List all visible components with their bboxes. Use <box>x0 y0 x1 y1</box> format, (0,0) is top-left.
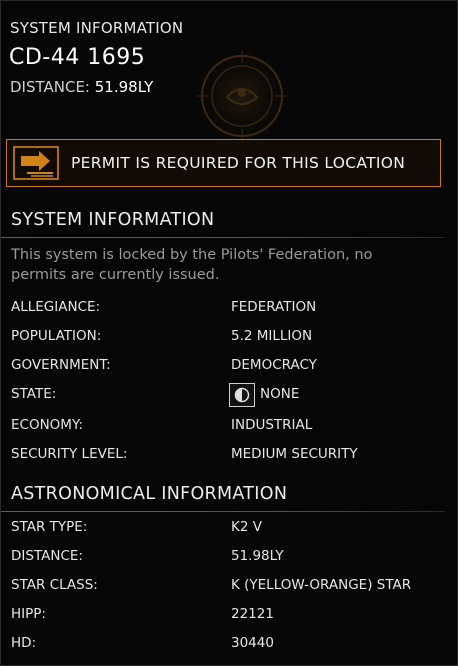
economy-value: INDUSTRIAL <box>231 417 313 433</box>
allegiance-label: ALLEGIANCE: <box>11 299 101 315</box>
permit-message: PERMIT IS REQUIRED FOR THIS LOCATION <box>71 154 406 172</box>
state-label: STATE: <box>11 386 57 402</box>
star-class-label: STAR CLASS: <box>11 577 98 593</box>
allegiance-value: FEDERATION <box>231 299 317 315</box>
panel-title: SYSTEM INFORMATION <box>10 19 184 37</box>
astro-distance-label: DISTANCE: <box>11 548 83 564</box>
hd-value: 30440 <box>231 635 274 651</box>
population-label: POPULATION: <box>11 328 102 344</box>
government-value: DEMOCRACY <box>231 357 317 373</box>
system-name: CD-44 1695 <box>9 45 146 70</box>
section-divider <box>1 511 445 512</box>
permit-arrow-icon <box>13 146 59 180</box>
star-type-label: STAR TYPE: <box>11 519 88 535</box>
star-type-value: K2 V <box>231 519 262 535</box>
security-level-value: MEDIUM SECURITY <box>231 446 358 462</box>
distance-label: DISTANCE: <box>10 78 90 96</box>
section-divider <box>1 237 445 238</box>
state-icon <box>229 383 255 407</box>
hipp-label: HIPP: <box>11 606 46 622</box>
population-value: 5.2 MILLION <box>231 328 313 344</box>
permit-warning-banner: PERMIT IS REQUIRED FOR THIS LOCATION <box>6 139 441 187</box>
astro-distance-value: 51.98LY <box>231 548 284 564</box>
astro-info-heading: ASTRONOMICAL INFORMATION <box>11 484 288 504</box>
star-class-value: K (YELLOW-ORANGE) STAR <box>231 577 412 593</box>
distance-value: 51.98LY <box>94 78 154 96</box>
government-label: GOVERNMENT: <box>11 357 111 373</box>
lock-description: This system is locked by the Pilots' Fed… <box>11 247 373 283</box>
system-info-panel: SYSTEM INFORMATION CD-44 1695 DISTANCE: … <box>0 0 458 666</box>
hd-label: HD: <box>11 635 37 651</box>
economy-label: ECONOMY: <box>11 417 83 433</box>
header-distance: DISTANCE: 51.98LY <box>10 78 153 96</box>
security-level-label: SECURITY LEVEL: <box>11 446 128 462</box>
state-value: NONE <box>260 386 300 402</box>
hipp-value: 22121 <box>231 606 274 622</box>
system-info-heading: SYSTEM INFORMATION <box>11 210 215 230</box>
